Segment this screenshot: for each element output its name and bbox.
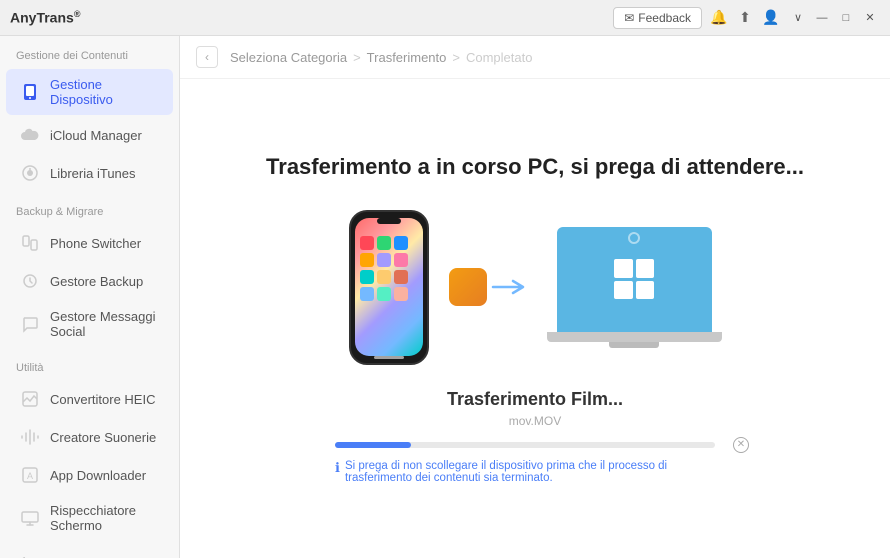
laptop-base xyxy=(547,332,722,342)
section-backup-title: Backup & Migrare xyxy=(0,192,179,224)
breadcrumb-sep1: > xyxy=(353,50,361,65)
sidebar-item-app-downloader[interactable]: A App Downloader xyxy=(6,457,173,493)
close-button[interactable]: ✕ xyxy=(860,8,880,28)
sidebar-item-rispecchiatore-schermo[interactable]: Rispecchiatore Schermo xyxy=(6,495,173,541)
sidebar-item-creatore-suonerie[interactable]: Creatore Suonerie xyxy=(6,419,173,455)
transfer-title: Trasferimento a in corso PC, si prega di… xyxy=(266,154,804,180)
transfer-extension: mov.MOV xyxy=(335,414,735,428)
mirror-icon xyxy=(20,508,40,528)
feedback-button[interactable]: ✉ Feedback xyxy=(613,7,702,29)
app-title: AnyTrans® xyxy=(10,9,80,26)
message-icon xyxy=(20,314,40,334)
phone-device xyxy=(349,210,429,365)
transfer-box xyxy=(449,268,487,306)
progress-cancel-button[interactable]: ✕ xyxy=(733,437,749,453)
bell-icon[interactable]: 🔔 xyxy=(710,9,728,27)
app-icon-5 xyxy=(377,253,391,267)
app-icon-12 xyxy=(394,287,408,301)
window-controls: ∨ — □ ✕ xyxy=(788,8,880,28)
chevron-down-icon[interactable]: ∨ xyxy=(788,8,808,28)
section-utilita-title: Utilità xyxy=(0,348,179,380)
phone-screen-content xyxy=(355,218,423,306)
progress-bar-fill xyxy=(335,442,411,448)
device-icon xyxy=(20,82,40,102)
app-icon-4 xyxy=(360,253,374,267)
breadcrumb-step2: Trasferimento xyxy=(367,50,447,65)
laptop-screen xyxy=(557,227,712,332)
win-square-3 xyxy=(614,281,633,300)
breadcrumb-step1: Seleziona Categoria xyxy=(230,50,347,65)
sidebar-item-convertitore-heic[interactable]: Convertitore HEIC xyxy=(6,381,173,417)
title-bar-right: ✉ Feedback 🔔 ⬆ 👤 ∨ — □ ✕ xyxy=(613,7,880,29)
sidebar-collapse-button[interactable]: < xyxy=(0,542,179,558)
transfer-filename: Trasferimento Film... xyxy=(335,389,735,410)
phone-home-bar xyxy=(374,356,404,359)
sidebar-item-gestore-messaggi[interactable]: Gestore Messaggi Social xyxy=(6,301,173,347)
progress-section: Trasferimento Film... mov.MOV ✕ ℹ Si pre… xyxy=(335,389,735,484)
progress-bar-wrapper: ✕ xyxy=(335,442,735,448)
sidebar-item-icloud-manager[interactable]: iCloud Manager xyxy=(6,117,173,153)
sidebar-item-gestore-backup[interactable]: Gestore Backup xyxy=(6,263,173,299)
win-square-2 xyxy=(636,259,655,278)
warning-text: ℹ Si prega di non scollegare il disposit… xyxy=(335,460,735,484)
transfer-content: Trasferimento a in corso PC, si prega di… xyxy=(180,79,890,558)
phone-switch-icon xyxy=(20,233,40,253)
laptop-device xyxy=(547,227,722,348)
content-area: ‹ Seleziona Categoria > Trasferimento > … xyxy=(180,36,890,558)
upload-icon[interactable]: ⬆ xyxy=(736,9,754,27)
minimize-button[interactable]: — xyxy=(812,8,832,28)
app-icon-6 xyxy=(394,253,408,267)
app-icon-10 xyxy=(360,287,374,301)
transfer-direction-icon xyxy=(491,277,527,297)
sidebar: Gestione dei Contenuti Gestione Disposit… xyxy=(0,36,180,558)
breadcrumb-back-button[interactable]: ‹ xyxy=(196,46,218,68)
convert-icon xyxy=(20,389,40,409)
main-layout: Gestione dei Contenuti Gestione Disposit… xyxy=(0,36,890,558)
sidebar-item-gestione-dispositivo[interactable]: Gestione Dispositivo xyxy=(6,69,173,115)
feedback-mail-icon: ✉ xyxy=(624,11,634,25)
laptop-stand xyxy=(609,342,659,348)
breadcrumb-step3: Completato xyxy=(466,50,532,65)
phone-screen xyxy=(355,218,423,356)
user-icon[interactable]: 👤 xyxy=(762,9,780,27)
app-icon-7 xyxy=(360,270,374,284)
breadcrumb: ‹ Seleziona Categoria > Trasferimento > … xyxy=(180,36,890,79)
app-icon-3 xyxy=(394,236,408,250)
win-square-4 xyxy=(636,281,655,300)
breadcrumb-nav: ‹ xyxy=(196,46,218,68)
download-icon: A xyxy=(20,465,40,485)
info-icon: ℹ xyxy=(335,460,340,476)
sidebar-item-phone-switcher[interactable]: Phone Switcher xyxy=(6,225,173,261)
progress-bar-container xyxy=(335,442,715,448)
transfer-arrow xyxy=(449,268,527,306)
breadcrumb-sep2: > xyxy=(452,50,460,65)
section-gestione-title: Gestione dei Contenuti xyxy=(0,36,179,68)
svg-text:A: A xyxy=(27,471,33,481)
ringtone-icon xyxy=(20,427,40,447)
windows-logo xyxy=(614,259,654,299)
title-bar-left: AnyTrans® xyxy=(10,9,80,26)
maximize-button[interactable]: □ xyxy=(836,8,856,28)
win-square-1 xyxy=(614,259,633,278)
transfer-illustration xyxy=(349,210,722,365)
backup-icon xyxy=(20,271,40,291)
phone-notch xyxy=(377,218,401,224)
title-bar: AnyTrans® ✉ Feedback 🔔 ⬆ 👤 ∨ — □ ✕ xyxy=(0,0,890,36)
sidebar-item-libreria-itunes[interactable]: Libreria iTunes xyxy=(6,155,173,191)
app-icon-8 xyxy=(377,270,391,284)
cloud-icon xyxy=(20,125,40,145)
app-icon-9 xyxy=(394,270,408,284)
app-icon-1 xyxy=(360,236,374,250)
app-icon-2 xyxy=(377,236,391,250)
app-icon-11 xyxy=(377,287,391,301)
music-icon xyxy=(20,163,40,183)
